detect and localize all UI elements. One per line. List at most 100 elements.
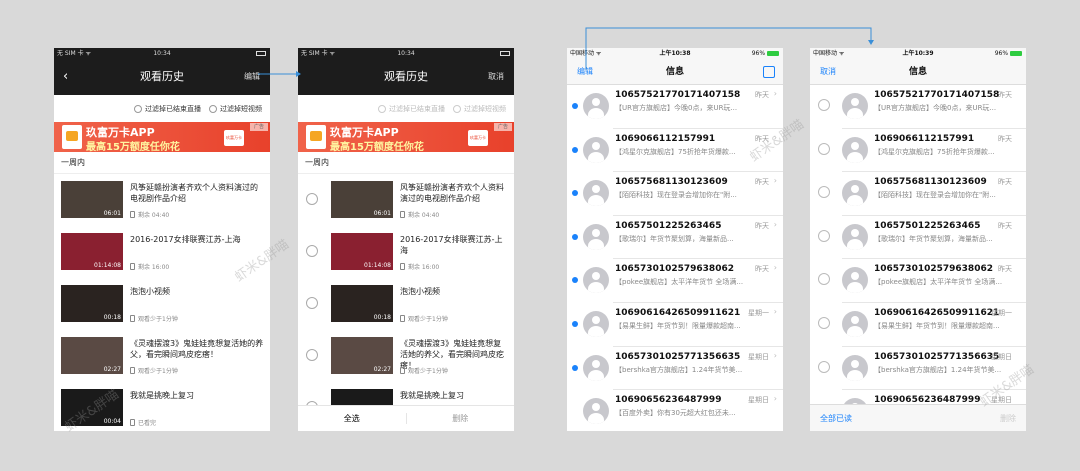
message-row[interactable]: 10690656236487999 星期日 › 【百度外卖】你有30元超大红包还未..… — [567, 390, 783, 431]
page-title: 观看历史 — [384, 70, 428, 83]
video-list: 06:01 风筝延赣扮演者齐欢个人资料演过的电视剧作品介绍 剩余 04:40 01:1… — [298, 174, 514, 431]
message-time: 星期日 — [748, 352, 769, 361]
message-row[interactable]: 10690616426509911621 星期一 › 【易果生鲜】年货节到！限量爆款超… — [567, 303, 783, 347]
select-circle-icon[interactable] — [306, 297, 318, 309]
message-row[interactable]: 10657301025771356635 星期日 › 【bershka官方旗舰店】1.… — [567, 347, 783, 391]
mark-all-read-button[interactable]: 全部已读 — [820, 405, 852, 431]
unread-dot-icon — [572, 103, 578, 109]
filter-short-video[interactable]: 过滤掉短视频 — [209, 104, 262, 114]
status-time: 10:34 — [397, 50, 415, 57]
battery-icon — [1010, 51, 1022, 56]
unread-dot-icon — [572, 364, 578, 371]
edit-toolbar: 全部已读 删除 — [810, 404, 1026, 431]
sender-number: 10657521770171407158 — [874, 90, 1000, 100]
select-circle-icon[interactable] — [818, 142, 830, 155]
ad-tag: 广告 — [494, 123, 512, 131]
message-preview: 【鸿星尔克旗舰店】75折抢年货爆款... — [874, 147, 995, 156]
message-time: 昨天 — [998, 178, 1012, 187]
sender-number: 10657521770171407158 — [615, 90, 741, 100]
video-thumbnail: 01:14:08 — [331, 233, 393, 270]
select-circle-icon[interactable] — [818, 360, 830, 373]
video-title: 泡泡小视频 — [130, 287, 170, 296]
message-row[interactable]: 10657521770171407158 昨天 › 【UR官方旗舰店】今晚0点，来UR… — [567, 85, 783, 129]
video-row[interactable]: 01:14:08 2016-2017女排联赛江苏-上海 剩余 16:00 — [298, 226, 514, 278]
message-row[interactable]: 1065730102579638062 昨天 【pokee旗舰店】太平洋年货节 全场… — [810, 259, 1026, 303]
cancel-button[interactable]: 取消 — [488, 59, 504, 95]
unread-dot-icon — [572, 190, 578, 197]
radio-icon — [209, 104, 217, 113]
filter-label: 过滤掉已结束直播 — [145, 104, 201, 113]
progress-label: 已看完 — [138, 420, 157, 427]
message-row[interactable]: 10657521770171407158 昨天 【UR官方旗舰店】今晚0点，来UR玩… — [810, 85, 1026, 129]
progress-label: 观看少于1分钟 — [138, 368, 178, 375]
avatar — [583, 223, 609, 250]
filter-bar: 过滤掉已结束直播 过滤掉短视频 — [298, 95, 514, 122]
filter-label: 过滤掉短视频 — [464, 104, 506, 113]
phone-messages: 中国移动 ᯤ 上午10:38 96% 编辑 信息 106575217701714… — [567, 48, 783, 431]
message-preview: 【易果生鲜】年货节到！限量爆款超南... — [874, 321, 1000, 330]
message-row[interactable]: 10657501225263465 昨天 【歌瑞尔】年货节聚划算，海量新品... — [810, 216, 1026, 260]
message-time: 星期日 — [748, 396, 769, 405]
select-all-button[interactable]: 全选 — [298, 413, 406, 424]
radio-icon — [453, 104, 461, 113]
video-thumbnail: 02:27 — [331, 337, 393, 374]
message-row[interactable]: 10657501225263465 昨天 › 【歌瑞尔】年货节聚划算，海量新品... — [567, 216, 783, 260]
select-circle-icon[interactable] — [818, 186, 830, 199]
progress-label: 观看少于1分钟 — [138, 316, 178, 323]
video-row[interactable]: 00:18 泡泡小视频 观看少于1分钟 — [54, 278, 270, 330]
sender-number: 10690656236487999 — [615, 395, 722, 406]
message-row[interactable]: 10690616426509911621 星期一 【易果生鲜】年货节到！限量爆款超南… — [810, 303, 1026, 347]
select-circle-icon[interactable] — [818, 229, 830, 242]
avatar — [842, 93, 868, 119]
select-circle-icon[interactable] — [818, 316, 830, 329]
section-header: 一周内 — [298, 152, 514, 174]
message-list: 10657521770171407158 昨天 【UR官方旗舰店】今晚0点，来UR玩… — [810, 85, 1026, 431]
device-icon — [400, 263, 405, 270]
unread-dot-icon — [572, 233, 578, 240]
video-row[interactable]: 02:27 《灵魂摆渡3》鬼娃娃竟想复活她的养父，看完瞬间鸡皮疙瘩！ 观看少于1分钟 — [298, 330, 514, 382]
message-row[interactable]: 1065730102579638062 昨天 › 【pokee旗舰店】太平洋年货节 全… — [567, 259, 783, 303]
sender-number: 10657501225263465 — [615, 220, 722, 231]
video-title: 泡泡小视频 — [400, 287, 440, 296]
video-meta: 观看少于1分钟 — [130, 366, 178, 375]
message-row[interactable]: 106575681130123609 昨天 › 【陌陌科技】现在登录会增加你在"附..… — [567, 172, 783, 216]
video-row[interactable]: 00:18 泡泡小视频 观看少于1分钟 — [298, 278, 514, 330]
status-bar: 无 SIM 卡 ᯤ 10:34 — [54, 48, 270, 59]
avatar — [842, 136, 868, 163]
video-row[interactable]: 06:01 风筝延赣扮演者齐欢个人资料演过的电视剧作品介绍 剩余 04:40 — [54, 174, 270, 226]
video-row[interactable]: 06:01 风筝延赣扮演者齐欢个人资料演过的电视剧作品介绍 剩余 04:40 — [298, 174, 514, 226]
sender-number: 1065730102579638062 — [874, 264, 993, 275]
chevron-right-icon: › — [773, 263, 777, 273]
delete-button[interactable]: 删除 — [1000, 405, 1016, 431]
ad-banner[interactable]: 玖富万卡APP 最高15万额度任你花 玖富万卡 广告 — [298, 122, 514, 152]
device-icon — [130, 263, 135, 270]
device-icon — [130, 315, 135, 322]
message-preview: 【pokee旗舰店】太平洋年货节 全场满... — [615, 278, 744, 287]
filter-ended-live[interactable]: 过滤掉已结束直播 — [134, 104, 201, 114]
battery-label: 96% — [994, 50, 1009, 57]
filter-short-video: 过滤掉短视频 — [453, 104, 506, 114]
message-preview: 【UR官方旗舰店】今晚0点，来UR玩... — [615, 104, 738, 112]
video-title: 我就是挑晚上复习 — [130, 391, 194, 400]
select-circle-icon[interactable] — [306, 245, 318, 257]
select-circle-icon[interactable] — [818, 273, 830, 286]
sender-number: 106575681130123609 — [615, 177, 728, 188]
status-time: 10:34 — [153, 50, 171, 57]
message-row[interactable]: 1069066112157991 昨天 【鸿星尔克旗舰店】75折抢年货爆款... — [810, 129, 1026, 173]
filter-label: 过滤掉短视频 — [220, 104, 262, 113]
sender-number: 10657501225263465 — [874, 220, 981, 231]
chevron-right-icon: › — [773, 219, 777, 229]
progress-label: 观看少于1分钟 — [408, 316, 448, 323]
delete-button[interactable]: 删除 — [405, 413, 515, 424]
select-circle-icon[interactable] — [306, 193, 318, 205]
video-meta: 剩余 16:00 — [400, 262, 439, 271]
avatar — [842, 310, 868, 337]
chevron-right-icon: › — [773, 306, 777, 316]
ad-banner[interactable]: 玖富万卡APP 最高15万额度任你花 玖富万卡 广告 — [54, 122, 270, 152]
select-circle-icon[interactable] — [818, 99, 830, 111]
message-row[interactable]: 106575681130123609 昨天 【陌陌科技】现在登录会增加你在"附... — [810, 172, 1026, 216]
video-meta: 观看少于1分钟 — [130, 314, 178, 323]
video-row[interactable]: 02:27 《灵魂摆渡3》鬼娃娃竟想复活她的养父，看完瞬间鸡皮疙瘩！ 观看少于1分钟 — [54, 330, 270, 382]
nav-bar: ‹ 观看历史 编辑 — [54, 59, 270, 95]
select-circle-icon[interactable] — [306, 349, 318, 361]
